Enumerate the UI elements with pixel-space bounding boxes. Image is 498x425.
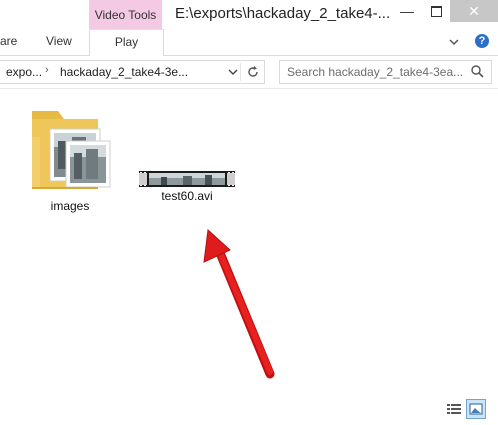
- details-view-icon[interactable]: [446, 401, 462, 417]
- large-icons-view-button[interactable]: [466, 399, 486, 419]
- file-name-test60-avi: test60.avi: [161, 189, 213, 203]
- file-item-test60-avi[interactable]: test60.avi: [128, 171, 246, 215]
- expand-ribbon-chevron-icon[interactable]: [448, 36, 460, 48]
- address-bar-row: expo... › hackaday_2_take4-3e... Search …: [0, 56, 498, 88]
- search-input[interactable]: Search hackaday_2_take4-3ea...: [279, 60, 492, 84]
- video-tools-context-header: Video Tools: [89, 0, 162, 30]
- video-tools-label: Video Tools: [94, 8, 157, 22]
- breadcrumb-hackaday-folder[interactable]: hackaday_2_take4-3e...: [60, 65, 188, 79]
- tab-share[interactable]: are: [0, 34, 17, 48]
- help-icon[interactable]: ?: [475, 34, 489, 48]
- search-icon[interactable]: [470, 64, 485, 79]
- close-button[interactable]: ✕: [450, 0, 498, 22]
- maximize-icon: [430, 5, 442, 17]
- minimize-icon: —: [400, 3, 414, 19]
- folder-icon: [32, 111, 111, 189]
- red-arrow-icon: [203, 228, 275, 379]
- maximize-button[interactable]: [422, 0, 450, 22]
- address-dropdown-chevron-icon[interactable]: [228, 67, 238, 77]
- tab-view[interactable]: View: [46, 34, 72, 48]
- title-bar: Video Tools E:\exports\hackaday_2_take4-…: [0, 0, 498, 30]
- file-name-images: images: [50, 199, 90, 213]
- file-list-area[interactable]: images test60.avi: [0, 88, 498, 398]
- large-icons-view-icon: [469, 403, 483, 415]
- tab-play[interactable]: Play: [90, 35, 163, 49]
- window-title: E:\exports\hackaday_2_take4-...: [175, 5, 391, 22]
- minimize-button[interactable]: —: [392, 0, 422, 22]
- ribbon-tabs: are View Play ?: [0, 29, 498, 56]
- refresh-icon[interactable]: [246, 65, 260, 79]
- breadcrumb-exports[interactable]: expo...: [6, 65, 42, 79]
- status-bar: [0, 397, 498, 425]
- address-bar[interactable]: expo... › hackaday_2_take4-3e...: [0, 60, 265, 84]
- breadcrumb-separator[interactable]: ›: [45, 64, 49, 76]
- search-placeholder: Search hackaday_2_take4-3ea...: [287, 65, 464, 79]
- close-icon: ✕: [468, 2, 480, 19]
- video-thumbnail-icon: [139, 171, 235, 187]
- file-item-images[interactable]: images: [22, 99, 118, 219]
- tab-play-container[interactable]: Play: [89, 29, 164, 56]
- address-divider: [240, 63, 241, 81]
